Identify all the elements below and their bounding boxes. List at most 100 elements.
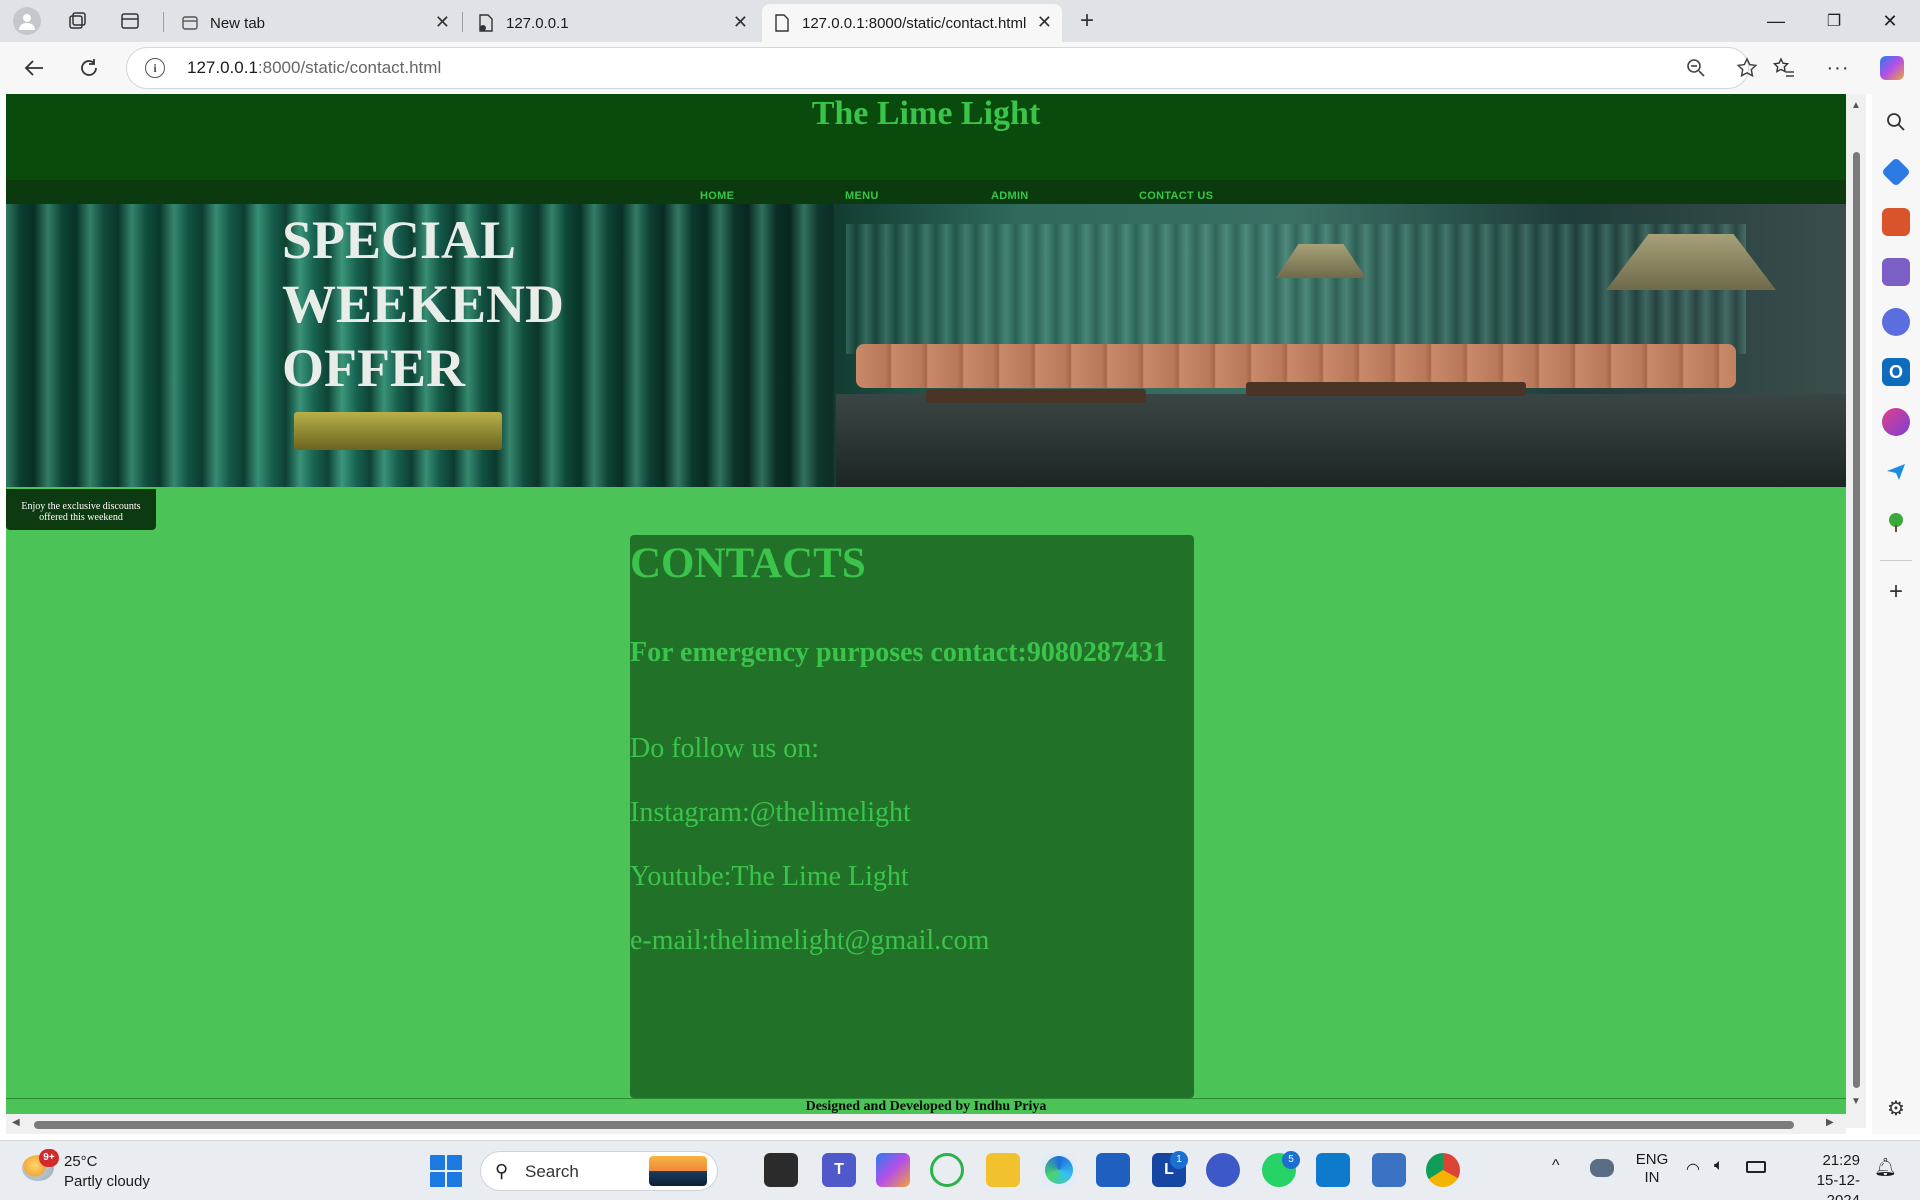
edge-sidebar: O + ⚙: [1872, 94, 1920, 1134]
teams-icon[interactable]: T: [822, 1153, 856, 1187]
back-button[interactable]: [18, 52, 50, 84]
minimize-icon: —: [1767, 10, 1785, 31]
tab-127001[interactable]: 127.0.0.1 ✕: [466, 4, 758, 42]
profile-button[interactable]: [10, 6, 44, 36]
clock-time: 21:29: [1822, 1152, 1860, 1169]
refresh-icon: [81, 59, 97, 76]
offer-tooltip: Enjoy the exclusive discounts offered th…: [6, 489, 156, 530]
wifi-icon[interactable]: ◠: [1686, 1159, 1700, 1179]
scroll-left-icon[interactable]: ◀: [12, 1117, 20, 1128]
microsoft-store-icon[interactable]: [1096, 1153, 1130, 1187]
tab-separator: [462, 12, 463, 32]
scroll-right-icon[interactable]: ▶: [1826, 1117, 1834, 1128]
designer-icon[interactable]: [1882, 408, 1910, 436]
battery-icon[interactable]: [1746, 1161, 1766, 1173]
microsoft-365-icon[interactable]: [1882, 308, 1910, 336]
clock[interactable]: 21:29 15-12-2024: [1786, 1151, 1860, 1200]
tab-actions-button[interactable]: [113, 6, 147, 36]
outlook-icon[interactable]: O: [1882, 358, 1910, 386]
file-explorer-icon[interactable]: [986, 1153, 1020, 1187]
tree-icon[interactable]: [1882, 508, 1910, 536]
edge-icon: [1045, 1156, 1073, 1184]
vpn-app-icon[interactable]: [1206, 1153, 1240, 1187]
search-highlight-image: [649, 1156, 707, 1186]
volume-icon[interactable]: 🔈︎: [1714, 1157, 1724, 1175]
table: [926, 389, 1146, 403]
send-icon[interactable]: [1882, 458, 1910, 486]
site-header: The Lime Light: [6, 94, 1846, 180]
start-button[interactable]: [430, 1155, 462, 1187]
new-tab-button[interactable]: +: [1070, 6, 1104, 36]
settings-more-button[interactable]: ···: [1822, 52, 1854, 84]
notepad-icon[interactable]: [1372, 1153, 1406, 1187]
close-tab-icon[interactable]: ✕: [733, 12, 748, 33]
browser-toolbar: i 127.0.0.1:8000/static/contact.html ···: [0, 42, 1920, 94]
tools-briefcase-icon[interactable]: [1882, 208, 1910, 236]
instagram-handle: Instagram:@thelimelight: [630, 797, 911, 828]
minimize-button[interactable]: —: [1748, 0, 1804, 42]
scroll-down-icon[interactable]: ▼: [1851, 1096, 1861, 1107]
search-icon[interactable]: [1882, 108, 1910, 136]
copilot-app-icon[interactable]: [876, 1153, 910, 1187]
tab-title: 127.0.0.1: [506, 14, 569, 32]
document-icon: [775, 14, 789, 32]
copilot-icon: [1880, 56, 1904, 80]
hero-banner-image: SPECIAL WEEKEND OFFER: [6, 204, 1846, 487]
favorite-button[interactable]: [1731, 52, 1763, 84]
site-footer: Designed and Developed by Indhu Priya: [6, 1098, 1846, 1114]
weather-description: Partly cloudy: [64, 1173, 150, 1190]
site-title: The Lime Light: [811, 95, 1041, 132]
nav-admin-link[interactable]: ADMIN: [991, 190, 1029, 202]
add-sidebar-app-icon[interactable]: +: [1882, 578, 1910, 606]
refresh-button[interactable]: [73, 52, 105, 84]
restore-icon: ❐: [1826, 13, 1842, 30]
weather-widget[interactable]: 9+ 25°C Partly cloudy: [22, 1149, 182, 1193]
url-text[interactable]: 127.0.0.1:8000/static/contact.html: [187, 58, 441, 78]
close-tab-icon[interactable]: ✕: [435, 12, 450, 33]
tab-contact-page[interactable]: 127.0.0.1:8000/static/contact.html ✕: [762, 4, 1062, 42]
copilot-button[interactable]: [1876, 52, 1908, 84]
nav-contact-link[interactable]: CONTACT US: [1139, 190, 1213, 202]
workspaces-icon: [69, 12, 86, 29]
nav-menu-link[interactable]: MENU: [845, 190, 879, 202]
nav-home-link[interactable]: HOME: [700, 190, 734, 202]
vertical-scrollbar[interactable]: ▲ ▼: [1846, 94, 1866, 1128]
site-info-icon[interactable]: i: [145, 58, 165, 78]
input-language[interactable]: ENG IN: [1632, 1151, 1672, 1187]
scrollbar-thumb[interactable]: [1853, 152, 1860, 1088]
tab-new-tab[interactable]: New tab ✕: [170, 4, 460, 42]
games-icon[interactable]: [1882, 258, 1910, 286]
profile-icon: [13, 7, 41, 35]
windows-logo-icon: [447, 1172, 462, 1187]
sidebar-settings-icon[interactable]: ⚙: [1882, 1094, 1910, 1122]
task-view-icon[interactable]: [764, 1153, 798, 1187]
scrollbar-thumb[interactable]: [34, 1121, 1794, 1129]
tab-title: New tab: [210, 14, 266, 32]
vscode-icon[interactable]: [1316, 1153, 1350, 1187]
horizontal-scrollbar[interactable]: ◀ ▶: [6, 1114, 1846, 1134]
restore-button[interactable]: ❐: [1806, 0, 1862, 42]
close-tab-icon[interactable]: ✕: [1037, 12, 1052, 33]
notification-bell-icon[interactable]: 🔔︎: [1874, 1157, 1897, 1178]
taskbar-search[interactable]: ⚲ Search: [480, 1151, 718, 1191]
app-badge: 5: [1282, 1151, 1300, 1169]
zoom-button[interactable]: [1680, 52, 1712, 84]
edge-app-icon[interactable]: [1042, 1153, 1076, 1187]
shopping-tag-icon[interactable]: [1881, 157, 1911, 187]
browser-tab-bar: New tab ✕ 127.0.0.1 ✕ 127.0.0.1:8000/sta…: [0, 0, 1920, 42]
file-error-icon: [479, 14, 493, 32]
address-bar[interactable]: i 127.0.0.1:8000/static/contact.html: [126, 47, 1758, 89]
scroll-up-icon[interactable]: ▲: [1851, 100, 1861, 111]
show-hidden-icons-chevron-icon[interactable]: ^: [1552, 1157, 1560, 1175]
sync-app-icon[interactable]: [930, 1153, 964, 1187]
windows-logo-icon: [447, 1155, 462, 1170]
favorites-button[interactable]: [1768, 52, 1800, 84]
chrome-icon[interactable]: [1426, 1153, 1460, 1187]
clock-date: 15-12-2024: [1816, 1172, 1860, 1200]
close-window-button[interactable]: ✕: [1862, 0, 1918, 42]
onedrive-icon[interactable]: [1590, 1159, 1614, 1177]
youtube-channel: Youtube:The Lime Light: [630, 861, 909, 892]
site-nav: HOME MENU ADMIN CONTACT US: [6, 180, 1846, 204]
workspaces-button[interactable]: [60, 6, 94, 36]
hero-headline: SPECIAL WEEKEND OFFER: [282, 210, 565, 398]
